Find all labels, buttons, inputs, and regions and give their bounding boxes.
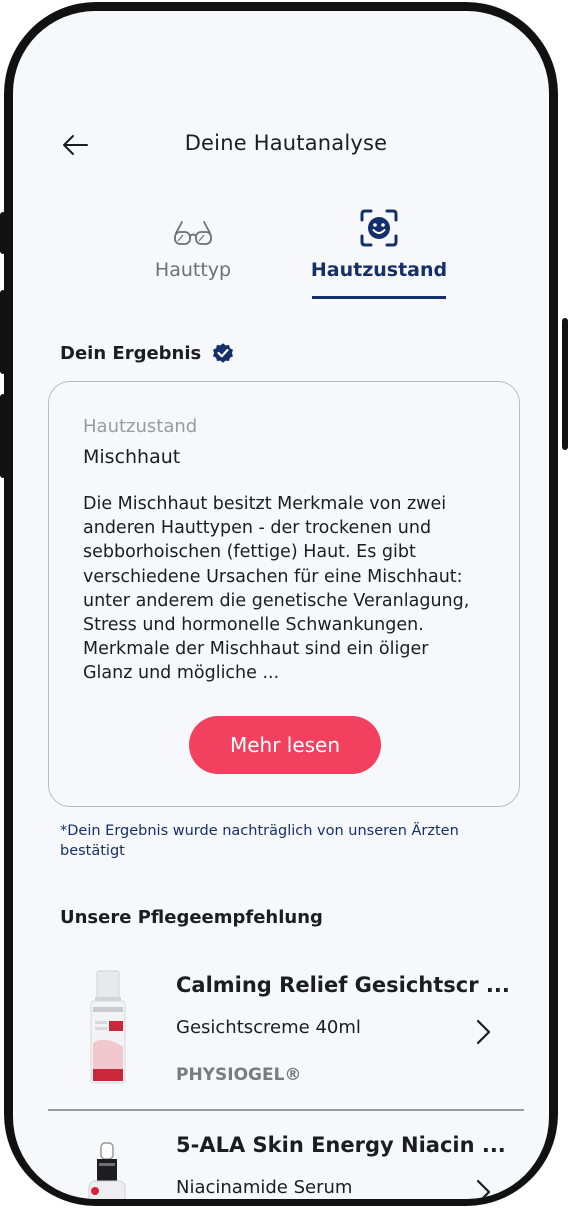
read-more-button[interactable]: Mehr lesen	[189, 716, 381, 774]
product-brand: PHYSIOGEL®	[176, 1065, 302, 1085]
tab-label: Hautzustand	[310, 259, 448, 281]
result-label: Hautzustand	[83, 416, 198, 437]
product-item[interactable]: Calming Relief Gesichtscr ... Gesichtscr…	[13, 951, 549, 1111]
tab-hautzustand[interactable]: Hautzustand	[310, 203, 448, 299]
phone-side-button	[562, 318, 568, 450]
chevron-right-icon[interactable]	[471, 1017, 495, 1047]
result-title-text: Dein Ergebnis	[60, 342, 202, 364]
face-scan-icon	[360, 209, 398, 247]
result-section-title: Dein Ergebnis	[60, 341, 235, 365]
product-image	[90, 970, 126, 1084]
phone-side-button	[0, 394, 6, 478]
phone-mockup: Deine Hautanalyse Hauttyp Hautzustand De…	[0, 0, 568, 1209]
tab-hauttyp[interactable]: Hauttyp	[133, 203, 253, 299]
tab-label: Hauttyp	[154, 259, 232, 281]
result-value: Mischhaut	[83, 446, 181, 468]
recommendation-section-title: Unsere Pflegeempfehlung	[60, 907, 323, 928]
result-footnote: *Dein Ergebnis wurde nachträglich von un…	[60, 823, 459, 859]
product-image	[88, 1142, 126, 1199]
product-item[interactable]: 5-ALA Skin Energy Niacin ... Niacinamide…	[13, 1111, 549, 1199]
page-title: Deine Hautanalyse	[184, 131, 388, 155]
phone-side-button	[0, 290, 6, 374]
product-name: 5-ALA Skin Energy Niacin ...	[176, 1133, 506, 1157]
phone-side-button	[0, 212, 6, 254]
app-screen: Deine Hautanalyse Hauttyp Hautzustand De…	[13, 11, 549, 1199]
product-name: Calming Relief Gesichtscr ...	[176, 973, 510, 997]
active-tab-indicator	[312, 296, 446, 299]
chevron-right-icon[interactable]	[471, 1177, 495, 1199]
result-card: Hautzustand Mischhaut Die Mischhaut besi…	[48, 381, 520, 807]
product-subtitle: Gesichtscreme 40ml	[176, 1017, 361, 1038]
glasses-icon	[174, 221, 212, 245]
result-description: Die Mischhaut besitzt Merkmale von zwei …	[83, 494, 470, 684]
product-subtitle: Niacinamide Serum	[176, 1177, 353, 1198]
verified-badge-icon	[211, 341, 235, 365]
